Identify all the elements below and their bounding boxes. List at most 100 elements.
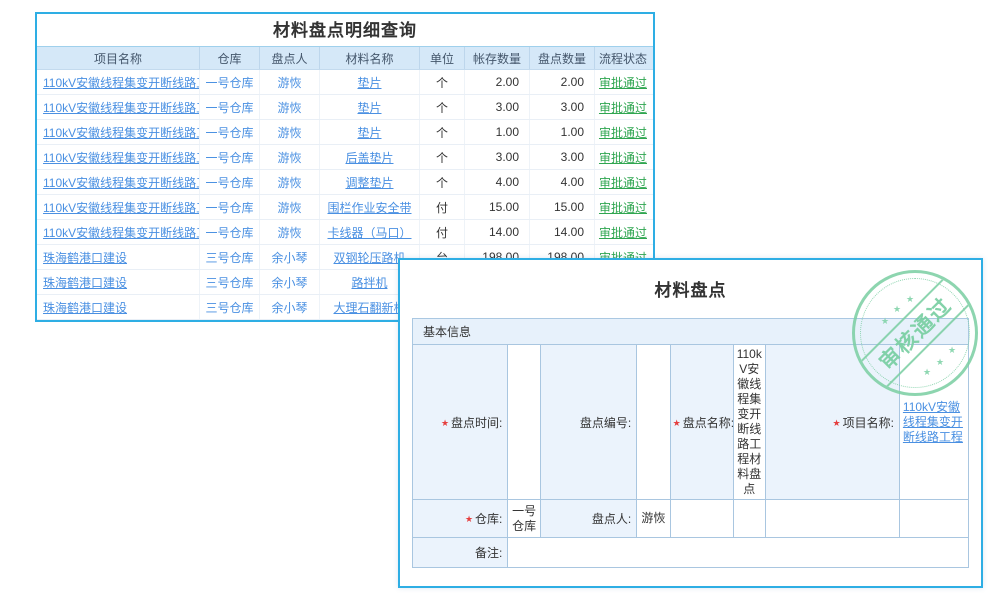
book-qty-cell: 14.00	[465, 220, 530, 244]
material-link[interactable]: 后盖垫片	[320, 145, 420, 169]
project-link[interactable]: 110kV安徽线程集变开断线路工程	[37, 145, 200, 169]
column-header-project: 项目名称	[37, 47, 200, 69]
person-cell: 游恢	[260, 95, 320, 119]
person-cell: 余小琴	[260, 245, 320, 269]
project-link[interactable]: 110kV安徽线程集变开断线路工程	[37, 220, 200, 244]
project-link[interactable]: 110kV安徽线程集变开断线路工程	[903, 400, 963, 444]
inventory-form-panel: 材料盘点 基本信息 ★盘点时间: 盘点编号: ★盘点名称: 110kV安徽线程集…	[398, 258, 983, 588]
status-link[interactable]: 审批通过	[595, 170, 651, 194]
empty-cell	[670, 500, 733, 538]
inventory-time-label: ★盘点时间:	[413, 345, 508, 500]
book-qty-cell: 2.00	[465, 70, 530, 94]
warehouse-cell: 三号仓库	[200, 245, 260, 269]
project-link[interactable]: 110kV安徽线程集变开断线路工程	[37, 195, 200, 219]
empty-cell	[899, 500, 968, 538]
project-name-value: 110kV安徽线程集变开断线路工程	[899, 345, 968, 500]
warehouse-cell: 三号仓库	[200, 295, 260, 319]
project-link[interactable]: 110kV安徽线程集变开断线路工程	[37, 120, 200, 144]
project-link[interactable]: 110kV安徽线程集变开断线路工程	[37, 170, 200, 194]
warehouse-cell: 一号仓库	[200, 220, 260, 244]
table-row: 110kV安徽线程集变开断线路工程一号仓库游恢垫片个3.003.00审批通过	[37, 95, 653, 120]
unit-cell: 个	[420, 170, 465, 194]
inventory-name-value: 110kV安徽线程集变开断线路工程材料盘点	[733, 345, 765, 500]
table-row: 110kV安徽线程集变开断线路工程一号仓库游恢垫片个1.001.00审批通过	[37, 120, 653, 145]
inventory-name-label: ★盘点名称:	[670, 345, 733, 500]
column-header-book-qty: 帐存数量	[465, 47, 530, 69]
person-cell: 游恢	[260, 220, 320, 244]
warehouse-cell: 一号仓库	[200, 95, 260, 119]
status-link[interactable]: 审批通过	[595, 70, 651, 94]
query-panel-title: 材料盘点明细查询	[37, 14, 653, 47]
inventory-code-value	[637, 345, 670, 500]
table-header-row: 项目名称 仓库 盘点人 材料名称 单位 帐存数量 盘点数量 流程状态	[37, 47, 653, 70]
table-row: 110kV安徽线程集变开断线路工程一号仓库游恢后盖垫片个3.003.00审批通过	[37, 145, 653, 170]
project-link[interactable]: 珠海鹤港口建设	[37, 245, 200, 269]
material-link[interactable]: 围栏作业安全带	[320, 195, 420, 219]
table-row: 110kV安徽线程集变开断线路工程一号仓库游恢调整垫片个4.004.00审批通过	[37, 170, 653, 195]
unit-cell: 个	[420, 95, 465, 119]
form-title: 材料盘点	[400, 260, 981, 318]
inventory-time-value	[508, 345, 540, 500]
inventory-code-label: 盘点编号:	[540, 345, 636, 500]
app-background: 材料盘点明细查询 项目名称 仓库 盘点人 材料名称 单位 帐存数量 盘点数量 流…	[0, 0, 1000, 600]
warehouse-cell: 一号仓库	[200, 170, 260, 194]
status-link[interactable]: 审批通过	[595, 195, 651, 219]
person-cell: 余小琴	[260, 270, 320, 294]
form-table: ★盘点时间: 盘点编号: ★盘点名称: 110kV安徽线程集变开断线路工程材料盘…	[412, 344, 969, 568]
person-value: 游恢	[637, 500, 670, 538]
book-qty-cell: 15.00	[465, 195, 530, 219]
count-qty-cell: 1.00	[530, 120, 595, 144]
status-link[interactable]: 审批通过	[595, 120, 651, 144]
column-header-warehouse: 仓库	[200, 47, 260, 69]
table-row: 110kV安徽线程集变开断线路工程一号仓库游恢卡线器（马口）付14.0014.0…	[37, 220, 653, 245]
count-qty-cell: 3.00	[530, 95, 595, 119]
warehouse-cell: 一号仓库	[200, 145, 260, 169]
required-marker: ★	[465, 514, 473, 524]
count-qty-cell: 3.00	[530, 145, 595, 169]
column-header-count-qty: 盘点数量	[530, 47, 595, 69]
column-header-unit: 单位	[420, 47, 465, 69]
status-link[interactable]: 审批通过	[595, 220, 651, 244]
warehouse-cell: 一号仓库	[200, 195, 260, 219]
material-link[interactable]: 垫片	[320, 95, 420, 119]
remark-label: 备注:	[413, 538, 508, 568]
person-cell: 余小琴	[260, 295, 320, 319]
column-header-person: 盘点人	[260, 47, 320, 69]
warehouse-cell: 一号仓库	[200, 120, 260, 144]
material-link[interactable]: 调整垫片	[320, 170, 420, 194]
material-link[interactable]: 垫片	[320, 120, 420, 144]
project-link[interactable]: 110kV安徽线程集变开断线路工程	[37, 95, 200, 119]
person-cell: 游恢	[260, 195, 320, 219]
warehouse-value: 一号仓库	[508, 500, 540, 538]
project-link[interactable]: 珠海鹤港口建设	[37, 295, 200, 319]
material-link[interactable]: 卡线器（马口）	[320, 220, 420, 244]
count-qty-cell: 14.00	[530, 220, 595, 244]
required-marker: ★	[441, 418, 449, 428]
section-basic-info: 基本信息	[412, 318, 969, 345]
unit-cell: 付	[420, 220, 465, 244]
empty-cell	[766, 500, 900, 538]
material-link[interactable]: 垫片	[320, 70, 420, 94]
book-qty-cell: 4.00	[465, 170, 530, 194]
count-qty-cell: 2.00	[530, 70, 595, 94]
unit-cell: 付	[420, 195, 465, 219]
person-label: 盘点人:	[540, 500, 636, 538]
project-link[interactable]: 110kV安徽线程集变开断线路工程	[37, 70, 200, 94]
book-qty-cell: 3.00	[465, 95, 530, 119]
warehouse-label: ★仓库:	[413, 500, 508, 538]
person-cell: 游恢	[260, 70, 320, 94]
table-row: 110kV安徽线程集变开断线路工程一号仓库游恢垫片个2.002.00审批通过	[37, 70, 653, 95]
unit-cell: 个	[420, 120, 465, 144]
status-link[interactable]: 审批通过	[595, 145, 651, 169]
column-header-material: 材料名称	[320, 47, 420, 69]
table-row: 110kV安徽线程集变开断线路工程一号仓库游恢围栏作业安全带付15.0015.0…	[37, 195, 653, 220]
warehouse-cell: 一号仓库	[200, 70, 260, 94]
status-link[interactable]: 审批通过	[595, 95, 651, 119]
person-cell: 游恢	[260, 145, 320, 169]
warehouse-cell: 三号仓库	[200, 270, 260, 294]
unit-cell: 个	[420, 70, 465, 94]
required-marker: ★	[673, 418, 681, 428]
count-qty-cell: 15.00	[530, 195, 595, 219]
count-qty-cell: 4.00	[530, 170, 595, 194]
project-link[interactable]: 珠海鹤港口建设	[37, 270, 200, 294]
